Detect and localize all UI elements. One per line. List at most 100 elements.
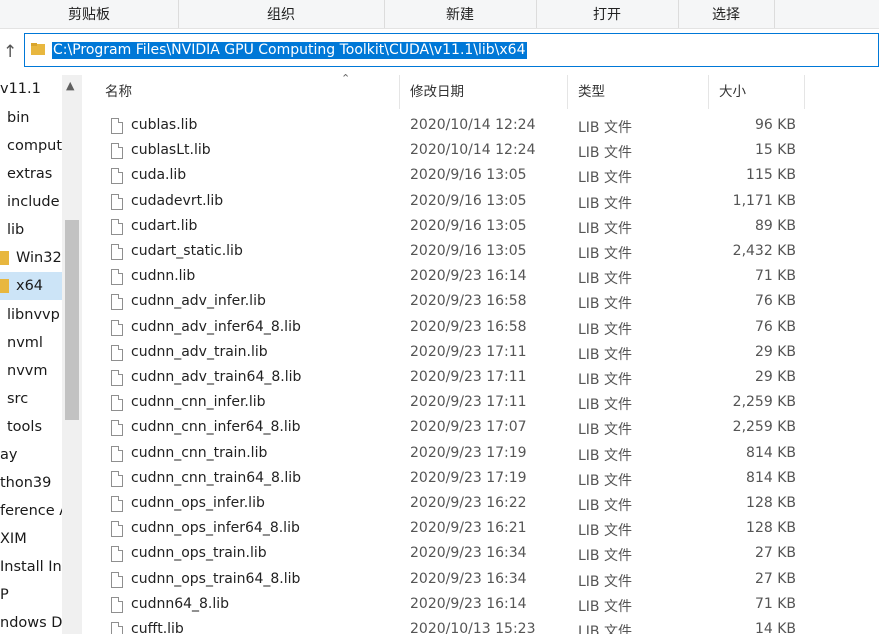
file-name: cudnn.lib — [131, 268, 196, 284]
file-size: 15 KB — [754, 142, 796, 158]
nav-item-p[interactable]: P — [0, 581, 62, 609]
nav-item-label: libnvvp — [7, 307, 60, 323]
column-header-date[interactable]: 修改日期 — [400, 75, 568, 109]
file-row[interactable]: cudnn_adv_train64_8.lib 2020/9/23 17:11 LI… — [95, 366, 879, 391]
file-row[interactable]: cudnn_adv_infer64_8.lib 2020/9/23 16:58 LI… — [95, 316, 879, 341]
file-size: 2,259 KB — [732, 419, 796, 435]
ribbon: 剪贴板 组织 新建 打开 选择 — [0, 0, 879, 29]
file-row[interactable]: cudnn_cnn_infer64_8.lib 2020/9/23 17:07 LI… — [95, 416, 879, 441]
nav-item-xim[interactable]: XIM — [0, 525, 62, 553]
file-date: 2020/9/23 17:11 — [410, 369, 527, 385]
file-name: cudnn_ops_train64_8.lib — [131, 571, 301, 587]
file-row[interactable]: cudart.lib 2020/9/16 13:05 LIB 文件 89 KB — [95, 215, 879, 240]
file-row[interactable]: cudnn_cnn_infer.lib 2020/9/23 17:11 LIB 文件… — [95, 391, 879, 416]
file-date: 2020/9/23 16:58 — [410, 319, 527, 335]
file-icon — [111, 546, 123, 562]
file-type: LIB 文件 — [578, 196, 632, 212]
column-header-size[interactable]: 大小 — [709, 75, 805, 109]
file-date: 2020/9/23 17:11 — [410, 344, 527, 360]
file-size: 29 KB — [754, 344, 796, 360]
nav-scrollbar[interactable]: ▲ — [62, 75, 82, 634]
nav-item-libnvvp[interactable]: libnvvp — [0, 301, 62, 329]
file-row[interactable]: cudnn_adv_infer.lib 2020/9/23 16:58 LIB 文件… — [95, 290, 879, 315]
file-size: 814 KB — [746, 445, 796, 461]
nav-item-nvml[interactable]: nvml — [0, 329, 62, 357]
file-date: 2020/9/16 13:05 — [410, 167, 527, 183]
scroll-up-icon[interactable]: ▲ — [66, 79, 74, 92]
file-row[interactable]: cudnn_ops_train64_8.lib 2020/9/23 16:34 LI… — [95, 568, 879, 593]
file-row[interactable]: cublasLt.lib 2020/10/14 12:24 LIB 文件 15 KB — [95, 139, 879, 164]
folder-icon — [0, 251, 9, 265]
file-row[interactable]: cudnn64_8.lib 2020/9/23 16:14 LIB 文件 71 KB — [95, 593, 879, 618]
up-arrow-icon[interactable]: ↑ — [3, 42, 17, 62]
file-row[interactable]: cufft.lib 2020/10/13 15:23 LIB 文件 14 KB — [95, 618, 879, 634]
column-header-type[interactable]: 类型 — [568, 75, 709, 109]
nav-item-windows-de[interactable]: ndows De — [0, 609, 62, 634]
ribbon-group-new[interactable]: 新建 — [384, 0, 537, 28]
file-row[interactable]: cudadevrt.lib 2020/9/16 13:05 LIB 文件 1,171 … — [95, 190, 879, 215]
file-type: LIB 文件 — [578, 397, 632, 413]
file-icon — [111, 269, 123, 285]
file-row[interactable]: cublas.lib 2020/10/14 12:24 LIB 文件 96 KB — [95, 114, 879, 139]
ribbon-group-select[interactable]: 选择 — [678, 0, 775, 28]
file-row[interactable]: cudnn_ops_infer.lib 2020/9/23 16:22 LIB 文件… — [95, 492, 879, 517]
scrollbar-thumb[interactable] — [65, 220, 79, 420]
nav-item-x64[interactable]: x64 — [0, 272, 62, 300]
file-row[interactable]: cudnn_ops_train.lib 2020/9/23 16:34 LIB 文件… — [95, 542, 879, 567]
address-path[interactable]: C:\Program Files\NVIDIA GPU Computing To… — [52, 42, 527, 59]
nav-item-label: XIM — [0, 531, 27, 547]
file-icon — [111, 244, 123, 260]
column-header-name[interactable]: 名称 — [95, 75, 400, 109]
file-row[interactable]: cudnn_cnn_train64_8.lib 2020/9/23 17:19 LI… — [95, 467, 879, 492]
folder-icon — [0, 279, 9, 293]
file-icon — [111, 446, 123, 462]
nav-item-win32[interactable]: Win32 — [0, 244, 62, 272]
file-type: LIB 文件 — [578, 296, 632, 312]
file-row[interactable]: cudnn_cnn_train.lib 2020/9/23 17:19 LIB 文件… — [95, 442, 879, 467]
address-bar[interactable]: C:\Program Files\NVIDIA GPU Computing To… — [24, 33, 879, 67]
nav-item-tools[interactable]: tools — [0, 413, 62, 441]
file-type: LIB 文件 — [578, 574, 632, 590]
nav-item-include[interactable]: include — [0, 188, 62, 216]
nav-item-lib[interactable]: lib — [0, 216, 62, 244]
file-type: LIB 文件 — [578, 422, 632, 438]
file-name: cuda.lib — [131, 167, 187, 183]
nav-item-src[interactable]: src — [0, 385, 62, 413]
file-name: cudnn_adv_infer.lib — [131, 293, 266, 309]
file-size: 128 KB — [746, 495, 796, 511]
file-date: 2020/10/14 12:24 — [410, 117, 536, 133]
nav-item-extras[interactable]: extras — [0, 160, 62, 188]
nav-item-label: ference A — [0, 503, 62, 519]
nav-item-label: extras — [7, 166, 53, 182]
nav-item-v11-1[interactable]: v11.1 — [0, 75, 62, 103]
file-row[interactable]: cudnn_adv_train.lib 2020/9/23 17:11 LIB 文件… — [95, 341, 879, 366]
nav-item-thon39[interactable]: thon39 — [0, 469, 62, 497]
file-date: 2020/9/16 13:05 — [410, 193, 527, 209]
ribbon-group-open[interactable]: 打开 — [536, 0, 679, 28]
file-name: cudnn_cnn_infer64_8.lib — [131, 419, 301, 435]
file-row[interactable]: cuda.lib 2020/9/16 13:05 LIB 文件 115 KB — [95, 164, 879, 189]
ribbon-group-organize[interactable]: 组织 — [178, 0, 385, 28]
file-icon — [111, 219, 123, 235]
nav-item-label: ndows De — [0, 615, 62, 631]
file-size: 71 KB — [754, 268, 796, 284]
file-date: 2020/9/23 17:07 — [410, 419, 527, 435]
nav-item-install-info[interactable]: Install Info — [0, 553, 62, 581]
nav-item-reference[interactable]: ference A — [0, 497, 62, 525]
file-name: cudnn_ops_train.lib — [131, 545, 267, 561]
file-date: 2020/9/23 17:11 — [410, 394, 527, 410]
file-row[interactable]: cudnn.lib 2020/9/23 16:14 LIB 文件 71 KB — [95, 265, 879, 290]
file-icon — [111, 521, 123, 537]
nav-item-label: P — [0, 587, 9, 603]
nav-item-compute[interactable]: compute — [0, 132, 62, 160]
file-row[interactable]: cudart_static.lib 2020/9/16 13:05 LIB 文件 2,… — [95, 240, 879, 265]
nav-item-bin[interactable]: bin — [0, 104, 62, 132]
file-date: 2020/9/23 17:19 — [410, 445, 527, 461]
nav-item-nvvm[interactable]: nvvm — [0, 357, 62, 385]
ribbon-group-clipboard[interactable]: 剪贴板 — [0, 0, 179, 28]
file-row[interactable]: cudnn_ops_infer64_8.lib 2020/9/23 16:21 LI… — [95, 517, 879, 542]
file-date: 2020/9/23 16:22 — [410, 495, 527, 511]
file-icon — [111, 168, 123, 184]
nav-item-ay[interactable]: ay — [0, 441, 62, 469]
file-date: 2020/10/13 15:23 — [410, 621, 536, 634]
